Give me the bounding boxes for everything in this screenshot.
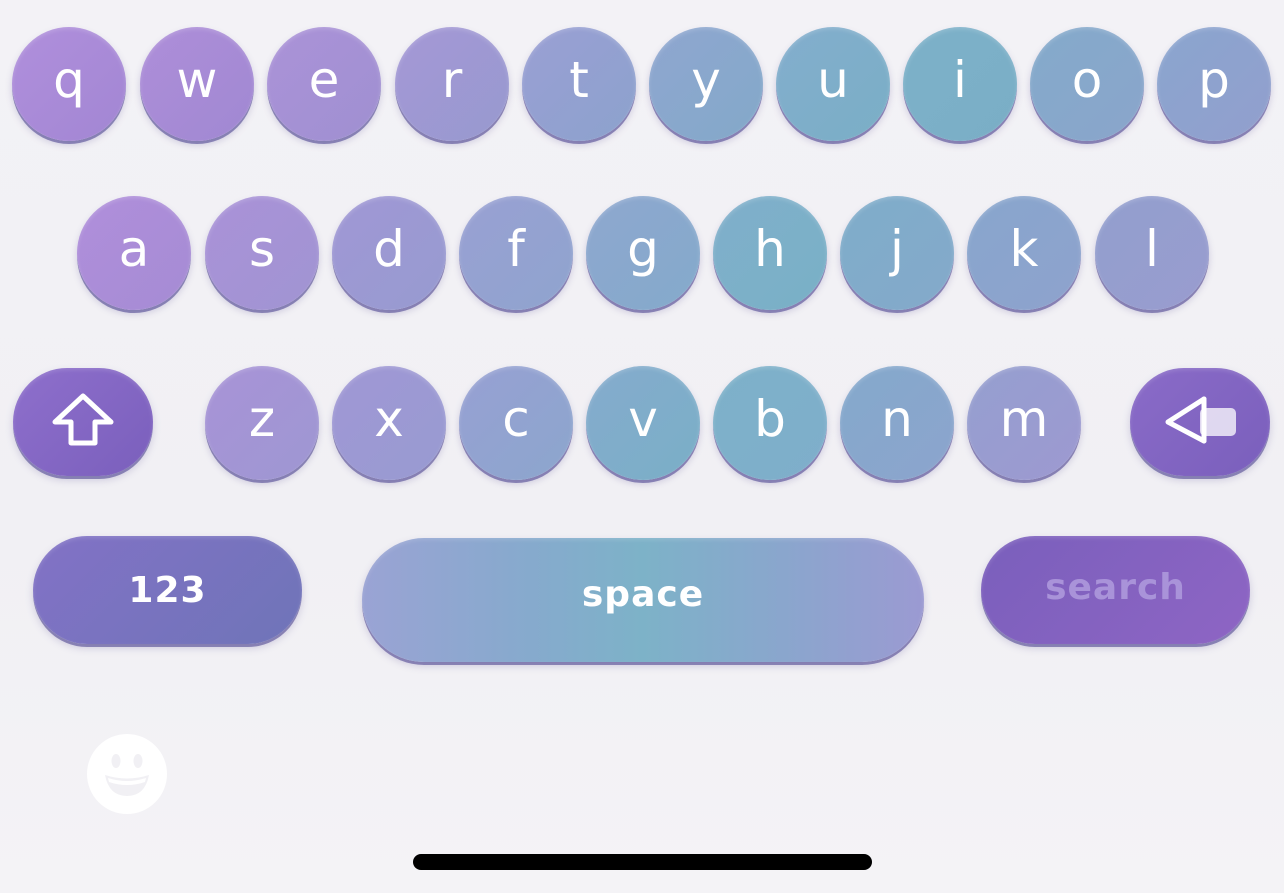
- key-label: h: [754, 220, 786, 278]
- key-n[interactable]: n: [840, 366, 954, 480]
- key-o[interactable]: o: [1030, 27, 1144, 141]
- key-label: r: [441, 51, 463, 109]
- key-label: v: [628, 390, 658, 448]
- key-label: k: [1009, 220, 1039, 278]
- key-label: x: [374, 390, 404, 448]
- space-label: space: [581, 573, 705, 615]
- key-g[interactable]: g: [586, 196, 700, 310]
- key-label: w: [176, 51, 218, 109]
- key-label: n: [881, 390, 913, 448]
- key-h[interactable]: h: [713, 196, 827, 310]
- key-label: e: [308, 51, 340, 109]
- key-label: o: [1071, 51, 1103, 109]
- keyboard: q w e r t y u i o p a s d f g h j k l z …: [0, 0, 1284, 893]
- key-label: g: [627, 220, 659, 278]
- key-label: f: [507, 220, 525, 278]
- delete-button[interactable]: [1130, 368, 1270, 476]
- key-label: c: [502, 390, 530, 448]
- key-i[interactable]: i: [903, 27, 1017, 141]
- key-j[interactable]: j: [840, 196, 954, 310]
- key-q[interactable]: q: [12, 27, 126, 141]
- space-button[interactable]: space: [362, 538, 924, 662]
- key-label: z: [248, 390, 276, 448]
- emoji-button[interactable]: [87, 734, 167, 814]
- shift-arrow-icon: [49, 391, 117, 453]
- key-x[interactable]: x: [332, 366, 446, 480]
- key-label: q: [53, 51, 85, 109]
- key-label: s: [248, 220, 276, 278]
- search-label: search: [1045, 566, 1186, 608]
- key-p[interactable]: p: [1157, 27, 1271, 141]
- key-z[interactable]: z: [205, 366, 319, 480]
- key-label: m: [999, 390, 1049, 448]
- grinning-face-icon: [87, 732, 167, 816]
- key-k[interactable]: k: [967, 196, 1081, 310]
- key-r[interactable]: r: [395, 27, 509, 141]
- key-b[interactable]: b: [713, 366, 827, 480]
- key-f[interactable]: f: [459, 196, 573, 310]
- search-button[interactable]: search: [981, 536, 1250, 644]
- key-c[interactable]: c: [459, 366, 573, 480]
- shift-button[interactable]: [13, 368, 153, 476]
- home-indicator: [413, 854, 872, 870]
- key-label: y: [691, 51, 721, 109]
- key-label: i: [953, 51, 967, 109]
- key-s[interactable]: s: [205, 196, 319, 310]
- key-label: p: [1198, 51, 1230, 109]
- backspace-icon: [1160, 394, 1240, 450]
- key-label: l: [1145, 220, 1159, 278]
- key-l[interactable]: l: [1095, 196, 1209, 310]
- key-u[interactable]: u: [776, 27, 890, 141]
- key-w[interactable]: w: [140, 27, 254, 141]
- key-v[interactable]: v: [586, 366, 700, 480]
- key-label: d: [373, 220, 405, 278]
- key-label: a: [118, 220, 150, 278]
- key-d[interactable]: d: [332, 196, 446, 310]
- key-e[interactable]: e: [267, 27, 381, 141]
- key-t[interactable]: t: [522, 27, 636, 141]
- numbers-button[interactable]: 123: [33, 536, 302, 644]
- key-y[interactable]: y: [649, 27, 763, 141]
- numbers-label: 123: [128, 569, 207, 611]
- key-label: j: [890, 220, 904, 278]
- key-a[interactable]: a: [77, 196, 191, 310]
- key-m[interactable]: m: [967, 366, 1081, 480]
- key-label: u: [817, 51, 849, 109]
- key-label: t: [569, 51, 589, 109]
- key-label: b: [754, 390, 786, 448]
